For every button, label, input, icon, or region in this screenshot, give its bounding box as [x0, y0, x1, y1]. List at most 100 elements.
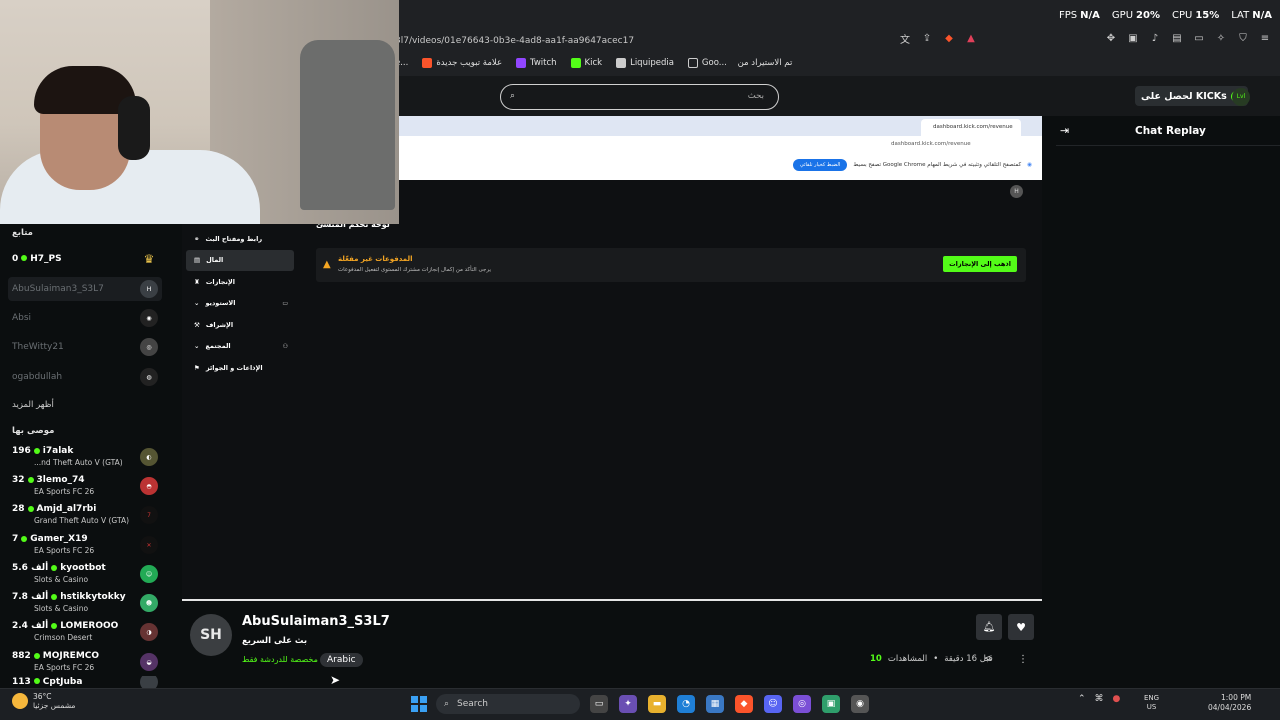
- channel-game: Grand Theft Auto V (GTA): [34, 516, 130, 525]
- channel-name: hstikkytokky: [60, 592, 126, 602]
- follow-button[interactable]: ♥: [1008, 614, 1034, 640]
- share-button[interactable]: ⋖: [984, 654, 992, 664]
- sidebar-item-following[interactable]: TheWitty21 ◎: [8, 335, 162, 359]
- bookmark-twitch[interactable]: Twitch: [516, 58, 557, 68]
- start-button[interactable]: [411, 696, 427, 712]
- share-page-icon[interactable]: ⇪: [920, 31, 934, 45]
- viewer-count: 2.4 ألف: [12, 621, 49, 631]
- bookmark-kick[interactable]: Kick: [570, 58, 603, 68]
- avatar: ☻: [140, 594, 158, 612]
- webcam-chair: [300, 40, 395, 210]
- webcam-overlay: [0, 0, 399, 224]
- sidebar-item-following[interactable]: 0 H7_PS ♛: [8, 247, 162, 271]
- extensions-icon[interactable]: ✥: [1104, 31, 1118, 45]
- dash-menu-label: الإذاعات و الجوائز: [205, 363, 263, 372]
- channel-name: Amjd_al7rbi: [36, 504, 97, 514]
- sidebar-item-recommended[interactable]: 2.4 ألف LOMEROOO Crimson Desert ◑: [8, 620, 162, 644]
- sidebar-item-following[interactable]: Absi ◉: [8, 306, 162, 330]
- folder-icon: [687, 58, 698, 68]
- bookmark-folder-imported[interactable]: Goo... تم الاستيراد من: [687, 58, 792, 68]
- store-icon[interactable]: ▦: [706, 695, 724, 713]
- taskbar-search[interactable]: ⌕ Search: [436, 694, 580, 714]
- bookmark-label: Twitch: [530, 58, 557, 68]
- obs-icon[interactable]: ◉: [851, 695, 869, 713]
- video-progress-bar[interactable]: [182, 599, 1042, 601]
- fps-value: N/A: [1080, 10, 1100, 21]
- app-icon[interactable]: ▣: [822, 695, 840, 713]
- vpn-icon[interactable]: ⛉: [1236, 31, 1250, 45]
- chat-title: Chat Replay: [1135, 125, 1206, 137]
- webcam-headphones: [118, 96, 150, 160]
- sidebar-item-recommended[interactable]: 7 Gamer_X19 EA Sports FC 26 ✕: [8, 533, 162, 557]
- dashboard-avatar: H: [1010, 185, 1023, 198]
- menu-icon[interactable]: ≡: [1258, 31, 1272, 45]
- bookmark-liquipedia[interactable]: Liquipedia: [616, 58, 674, 68]
- wallet-icon[interactable]: ▭: [1192, 31, 1206, 45]
- sidebar-item-recommended[interactable]: 32 3lemo_74 EA Sports FC 26 ◓: [8, 474, 162, 498]
- clock[interactable]: 1:00 PM 04/04/2026: [1208, 693, 1251, 713]
- sidebar-item-recommended[interactable]: 882 MOJREMCO EA Sports FC 26 ◒: [8, 650, 162, 674]
- channel-game: EA Sports FC 26: [34, 546, 95, 555]
- shared-default-browser-notice: الضبط كخيار تلقائي تصفح بسيط Google Chro…: [792, 159, 1032, 171]
- file-explorer-icon[interactable]: ▬: [648, 695, 666, 713]
- brave-icon: [422, 58, 433, 68]
- ai-leo-icon[interactable]: ✧: [1214, 31, 1228, 45]
- network-icon[interactable]: ⌘: [1095, 694, 1104, 704]
- sidebar-item-recommended[interactable]: 5.6 ألف kyootbot Slots & Casino ☺: [8, 562, 162, 586]
- more-options-button[interactable]: ⋮: [1018, 654, 1028, 665]
- brave-rewards-icon[interactable]: ▲: [964, 31, 978, 45]
- language-indicator[interactable]: ENG US: [1144, 694, 1159, 712]
- screenshot-icon[interactable]: ▣: [1126, 31, 1140, 45]
- sidebar-item-following[interactable]: ogabdullah ◍: [8, 365, 162, 389]
- taskbar-search-label: Search: [457, 699, 488, 709]
- stream-category[interactable]: مخصصة للدردشة فقط: [242, 655, 318, 664]
- channel-game: EA Sports FC 26: [34, 663, 95, 672]
- collapse-chat-button[interactable]: ⇥: [1060, 124, 1069, 137]
- user-avatar[interactable]: Lvl: [1232, 88, 1250, 106]
- search-icon: ⌕: [444, 699, 450, 709]
- performance-overlay: FPS N/A GPU 20% CPU 15% LAT N/A: [1059, 10, 1272, 21]
- translate-icon[interactable]: 文: [898, 31, 912, 46]
- sidebar-item-recommended[interactable]: 7.8 ألف hstikkytokky Slots & Casino ☻: [8, 591, 162, 615]
- edge-icon[interactable]: ◔: [677, 695, 695, 713]
- bookmark-label: Kick: [584, 58, 603, 68]
- channel-avatar[interactable]: SH: [190, 614, 232, 656]
- notification-bell-button[interactable]: 🔔︎: [976, 614, 1002, 640]
- studio-icon: ▭: [282, 299, 288, 307]
- brave-shield-icon[interactable]: ◆: [942, 31, 956, 45]
- shared-set-default-button: الضبط كخيار تلقائي: [792, 159, 848, 171]
- search-input[interactable]: ⌕ بحث: [500, 84, 779, 110]
- microphone-icon[interactable]: ●: [1113, 694, 1121, 704]
- language-tag[interactable]: Arabic: [320, 653, 363, 667]
- stream-title: بث على السريع: [242, 636, 308, 646]
- sidebar-item-recommended[interactable]: 196 i7alak ...nd Theft Auto V (GTA) ◐: [8, 445, 162, 469]
- weather-widget[interactable]: 36°C مشمس جزئيا: [12, 692, 75, 710]
- music-icon[interactable]: ♪: [1148, 31, 1162, 45]
- kick-icon: [570, 58, 581, 68]
- go-to-achievements-button: اذهب إلى الإنجازات: [943, 256, 1017, 272]
- channel-name: LOMEROOO: [60, 621, 119, 631]
- trophy-icon: ♜: [194, 277, 200, 286]
- channel-name: 3lemo_74: [36, 475, 85, 485]
- gpu-value: 20%: [1136, 10, 1160, 21]
- task-view-icon[interactable]: ▭: [590, 695, 608, 713]
- sidebar-item-recommended[interactable]: 113 CptJuba: [8, 676, 162, 688]
- get-kicks-button[interactable]: لحصل على KICKs K: [1135, 86, 1248, 106]
- brave-browser-icon[interactable]: ◆: [735, 695, 753, 713]
- bookmark-new-tab[interactable]: علامة تبويب جديدة: [422, 58, 502, 68]
- dash-menu-item-active: ▤ المال: [186, 249, 294, 271]
- sidebar-item-recommended[interactable]: 28 Amjd_al7rbi Grand Theft Auto V (GTA) 7: [8, 503, 162, 527]
- live-dot: [51, 622, 58, 629]
- channel-name[interactable]: AbuSulaiman3_S3L7: [242, 614, 390, 629]
- chevron-up-icon[interactable]: ⌃: [1078, 694, 1086, 704]
- channel-name: TheWitty21: [12, 341, 64, 352]
- shared-tab: dashboard.kick.com/revenue: [921, 119, 1021, 136]
- warning-subtitle: يرجى التأكد من إكمال إنجازات مشترك المست…: [338, 267, 492, 273]
- copilot-icon[interactable]: ✦: [619, 695, 637, 713]
- discord-icon[interactable]: ☺: [764, 695, 782, 713]
- sidebar-icon[interactable]: ▤: [1170, 31, 1184, 45]
- show-more-link[interactable]: أظهر المزيد: [12, 400, 54, 410]
- live-dot: [33, 447, 40, 454]
- app-icon[interactable]: ◎: [793, 695, 811, 713]
- sidebar-item-following-selected[interactable]: AbuSulaiman3_S3L7 H: [8, 277, 162, 301]
